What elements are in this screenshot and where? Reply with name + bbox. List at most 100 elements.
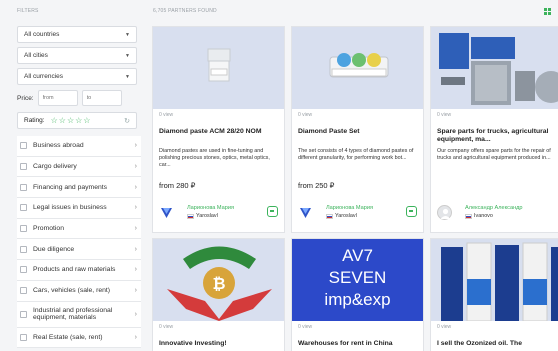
- view-count: 0 view: [298, 324, 313, 330]
- product-image[interactable]: [153, 27, 284, 109]
- seller-info[interactable]: Ларионова Мария Yaroslavl: [159, 203, 278, 223]
- reset-icon[interactable]: ↻: [124, 117, 130, 125]
- country-select[interactable]: All countries ▼: [17, 26, 137, 43]
- checkbox[interactable]: [20, 310, 27, 318]
- product-image[interactable]: [431, 27, 558, 109]
- grid-view-icon[interactable]: [544, 8, 551, 15]
- product-title[interactable]: Diamond paste ACM 28/20 NOM: [159, 128, 278, 136]
- city-value: All cities: [24, 52, 48, 59]
- seller-name[interactable]: Ларионова Мария: [326, 205, 373, 211]
- product-description: Our company offers spare parts for the r…: [437, 148, 551, 161]
- view-count: 0 view: [437, 112, 452, 118]
- category-item[interactable]: Business abroad ›: [17, 136, 141, 157]
- category-item[interactable]: Legal issues in business ›: [17, 198, 141, 219]
- seller-city: Ivanovo: [465, 213, 493, 219]
- checkbox[interactable]: [20, 163, 27, 171]
- product-price: from 280 ₽: [159, 181, 196, 190]
- product-image[interactable]: ₿: [153, 239, 284, 321]
- price-to-input[interactable]: [81, 90, 122, 106]
- product-description: Diamond pastes are used in fine-tuning a…: [159, 148, 270, 168]
- chevron-right-icon: ›: [134, 245, 137, 253]
- filters-sidebar: FILTERS All countries ▼ All cities ▼ All…: [14, 0, 141, 351]
- category-label: Industrial and professional equipment, m…: [33, 307, 113, 321]
- checkbox[interactable]: [20, 225, 27, 233]
- chat-icon[interactable]: [406, 206, 417, 217]
- category-item[interactable]: Industrial and professional equipment, m…: [17, 301, 141, 328]
- product-card[interactable]: 0 view Spare parts for trucks, agricultu…: [430, 26, 558, 233]
- price-from-input[interactable]: [37, 90, 78, 106]
- product-title[interactable]: I sell the Ozonized oil. The: [437, 340, 522, 347]
- category-item[interactable]: Due diligence ›: [17, 239, 141, 261]
- seller-city: Yaroslavl: [326, 213, 357, 219]
- chat-icon[interactable]: [267, 206, 278, 217]
- product-card[interactable]: 0 view Diamond Paste Set The set consist…: [291, 26, 424, 233]
- rating-stars[interactable]: ☆☆☆☆☆: [51, 116, 92, 125]
- chevron-down-icon: ▼: [125, 52, 130, 59]
- category-item[interactable]: Cars, vehicles (sale, rent) ›: [17, 280, 141, 302]
- avatar-placeholder-icon: [437, 205, 452, 220]
- product-card[interactable]: AV7 SEVEN imp&exp 0 view Warehouses for …: [291, 238, 424, 351]
- view-count: 0 view: [298, 112, 313, 118]
- chevron-right-icon: ›: [134, 204, 137, 212]
- seller-city-label: Yaroslavl: [196, 213, 218, 219]
- chevron-right-icon: ›: [134, 225, 137, 233]
- flag-icon: [326, 213, 333, 219]
- category-label: Financing and payments: [33, 183, 108, 191]
- seller-info[interactable]: Александр Александр Ivanovo: [437, 203, 558, 223]
- seller-name[interactable]: Ларионова Мария: [187, 205, 234, 211]
- currency-select[interactable]: All currencies ▼: [17, 68, 137, 85]
- seller-info[interactable]: Ларионова Мария Yaroslavl: [298, 203, 417, 223]
- banner-text: AV7 SEVEN imp&exp: [324, 246, 391, 309]
- checkbox[interactable]: [20, 204, 27, 212]
- category-item[interactable]: Products and raw materials ›: [17, 260, 141, 281]
- product-title[interactable]: Warehouses for rent in China: [298, 340, 393, 347]
- flag-icon: [187, 213, 194, 219]
- category-label: Cars, vehicles (sale, rent): [33, 287, 111, 295]
- product-title[interactable]: Spare parts for trucks, agricultural equ…: [437, 128, 558, 144]
- chevron-right-icon: ›: [134, 142, 137, 150]
- product-description: The set consists of 4 types of diamond p…: [298, 148, 414, 161]
- chevron-down-icon: ▼: [125, 73, 130, 80]
- seller-logo: [159, 205, 174, 220]
- view-count: 0 view: [159, 324, 174, 330]
- seller-city: Yaroslavl: [187, 213, 218, 219]
- product-card[interactable]: ₿ 0 view Innovative Investing!: [152, 238, 285, 351]
- view-count: 0 view: [159, 112, 174, 118]
- category-list: Business abroad › Cargo delivery › Financi…: [17, 136, 141, 349]
- checkbox[interactable]: [20, 333, 27, 341]
- product-image[interactable]: AV7 SEVEN imp&exp: [292, 239, 423, 321]
- checkbox[interactable]: [20, 245, 27, 253]
- category-label: Legal issues in business: [33, 204, 107, 212]
- chevron-right-icon: ›: [134, 287, 137, 295]
- product-price: from 250 ₽: [298, 181, 335, 190]
- checkbox[interactable]: [20, 266, 27, 274]
- chevron-right-icon: ›: [134, 163, 137, 171]
- flag-icon: [465, 213, 472, 219]
- product-title[interactable]: Innovative Investing!: [159, 340, 227, 347]
- city-select[interactable]: All cities ▼: [17, 47, 137, 64]
- product-card[interactable]: 0 view I sell the Ozonized oil. The: [430, 238, 558, 351]
- checkbox[interactable]: [20, 142, 27, 150]
- chevron-right-icon: ›: [134, 333, 137, 341]
- category-label: Due diligence: [33, 245, 75, 253]
- category-item[interactable]: Cargo delivery ›: [17, 156, 141, 178]
- seller-city-label: Yaroslavl: [335, 213, 357, 219]
- product-image[interactable]: [431, 239, 558, 321]
- price-label: Price:: [17, 94, 34, 102]
- results-count: 6,705 PARTNERS FOUND: [153, 8, 217, 14]
- product-image[interactable]: [292, 27, 423, 109]
- chevron-right-icon: ›: [134, 310, 137, 318]
- rating-filter[interactable]: Rating: ☆☆☆☆☆ ↻: [17, 112, 137, 129]
- checkbox[interactable]: [20, 287, 27, 295]
- seller-name[interactable]: Александр Александр: [465, 205, 523, 211]
- svg-text:₿: ₿: [212, 274, 225, 293]
- product-card[interactable]: 0 view Diamond paste ACM 28/20 NOM Diamo…: [152, 26, 285, 233]
- filters-heading: FILTERS: [17, 8, 39, 14]
- checkbox[interactable]: [20, 183, 27, 191]
- product-title[interactable]: Diamond Paste Set: [298, 128, 417, 136]
- category-item[interactable]: Promotion ›: [17, 218, 141, 240]
- category-item[interactable]: Financing and payments ›: [17, 177, 141, 199]
- currency-value: All currencies: [24, 73, 64, 80]
- category-item[interactable]: Real Estate (sale, rent) ›: [17, 327, 141, 349]
- chevron-down-icon: ▼: [125, 31, 130, 38]
